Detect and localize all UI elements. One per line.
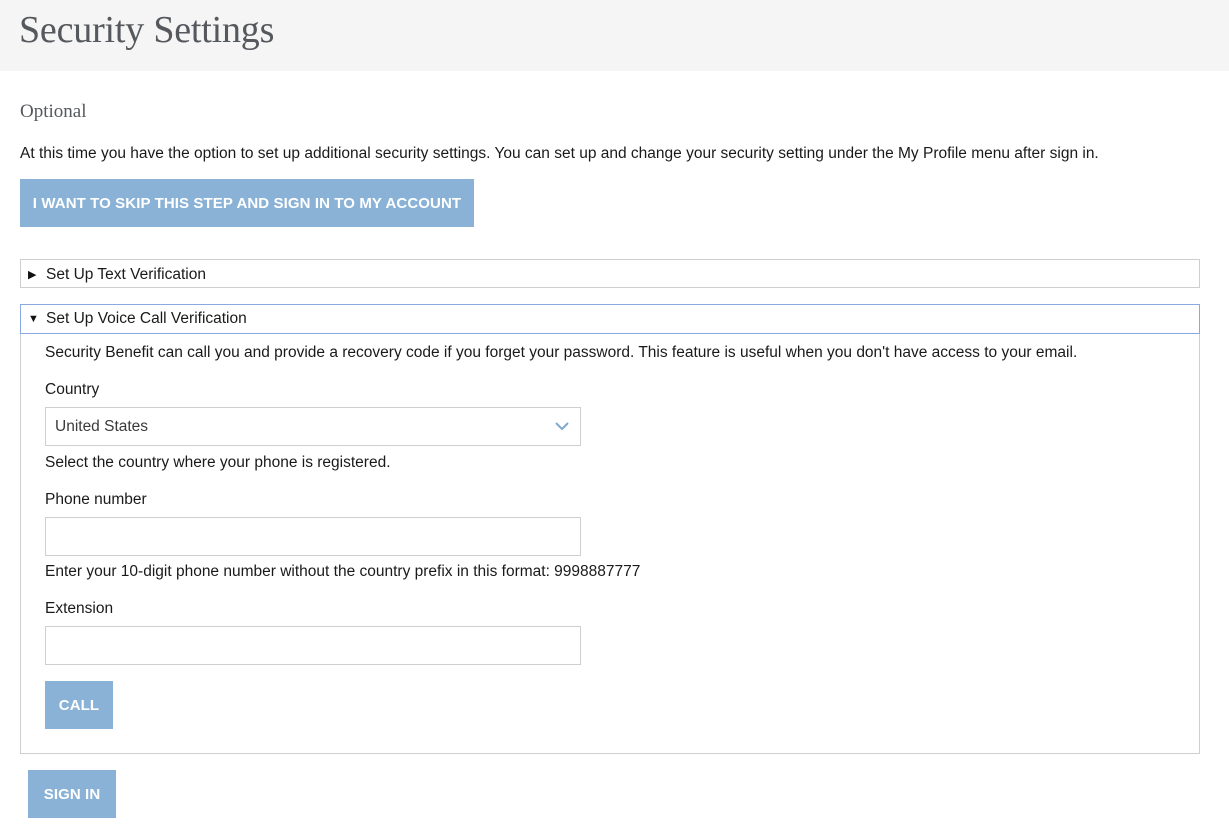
phone-number-input[interactable]	[45, 517, 581, 556]
section-label-optional: Optional	[20, 101, 87, 122]
extension-label: Extension	[45, 600, 114, 617]
caret-right-icon: ▶	[28, 269, 37, 281]
extension-input[interactable]	[45, 626, 581, 665]
text-verification-toggle[interactable]: ▶ Set Up Text Verification	[21, 260, 1199, 289]
page-header: Security Settings	[0, 0, 1229, 71]
page-title: Security Settings	[19, 9, 275, 51]
sign-in-button[interactable]: SIGN IN	[28, 770, 116, 818]
skip-and-sign-in-button[interactable]: I WANT TO SKIP THIS STEP AND SIGN IN TO …	[20, 179, 474, 227]
chevron-down-icon	[555, 422, 569, 431]
country-label: Country	[45, 381, 100, 398]
country-help-text: Select the country where your phone is r…	[45, 454, 391, 471]
country-select[interactable]: United States	[45, 407, 581, 446]
country-select-value: United States	[55, 418, 149, 435]
text-verification-panel: ▶ Set Up Text Verification	[20, 259, 1200, 288]
text-verification-title: Set Up Text Verification	[46, 265, 206, 283]
voice-verification-toggle[interactable]: ▼ Set Up Voice Call Verification	[20, 304, 1200, 334]
voice-verification-description: Security Benefit can call you and provid…	[45, 344, 1078, 361]
intro-description: At this time you have the option to set …	[20, 145, 1099, 162]
call-button[interactable]: CALL	[45, 681, 113, 729]
phone-number-label: Phone number	[45, 491, 147, 508]
voice-verification-title: Set Up Voice Call Verification	[46, 310, 247, 327]
phone-number-help-text: Enter your 10-digit phone number without…	[45, 563, 641, 580]
caret-down-icon: ▼	[28, 313, 39, 325]
